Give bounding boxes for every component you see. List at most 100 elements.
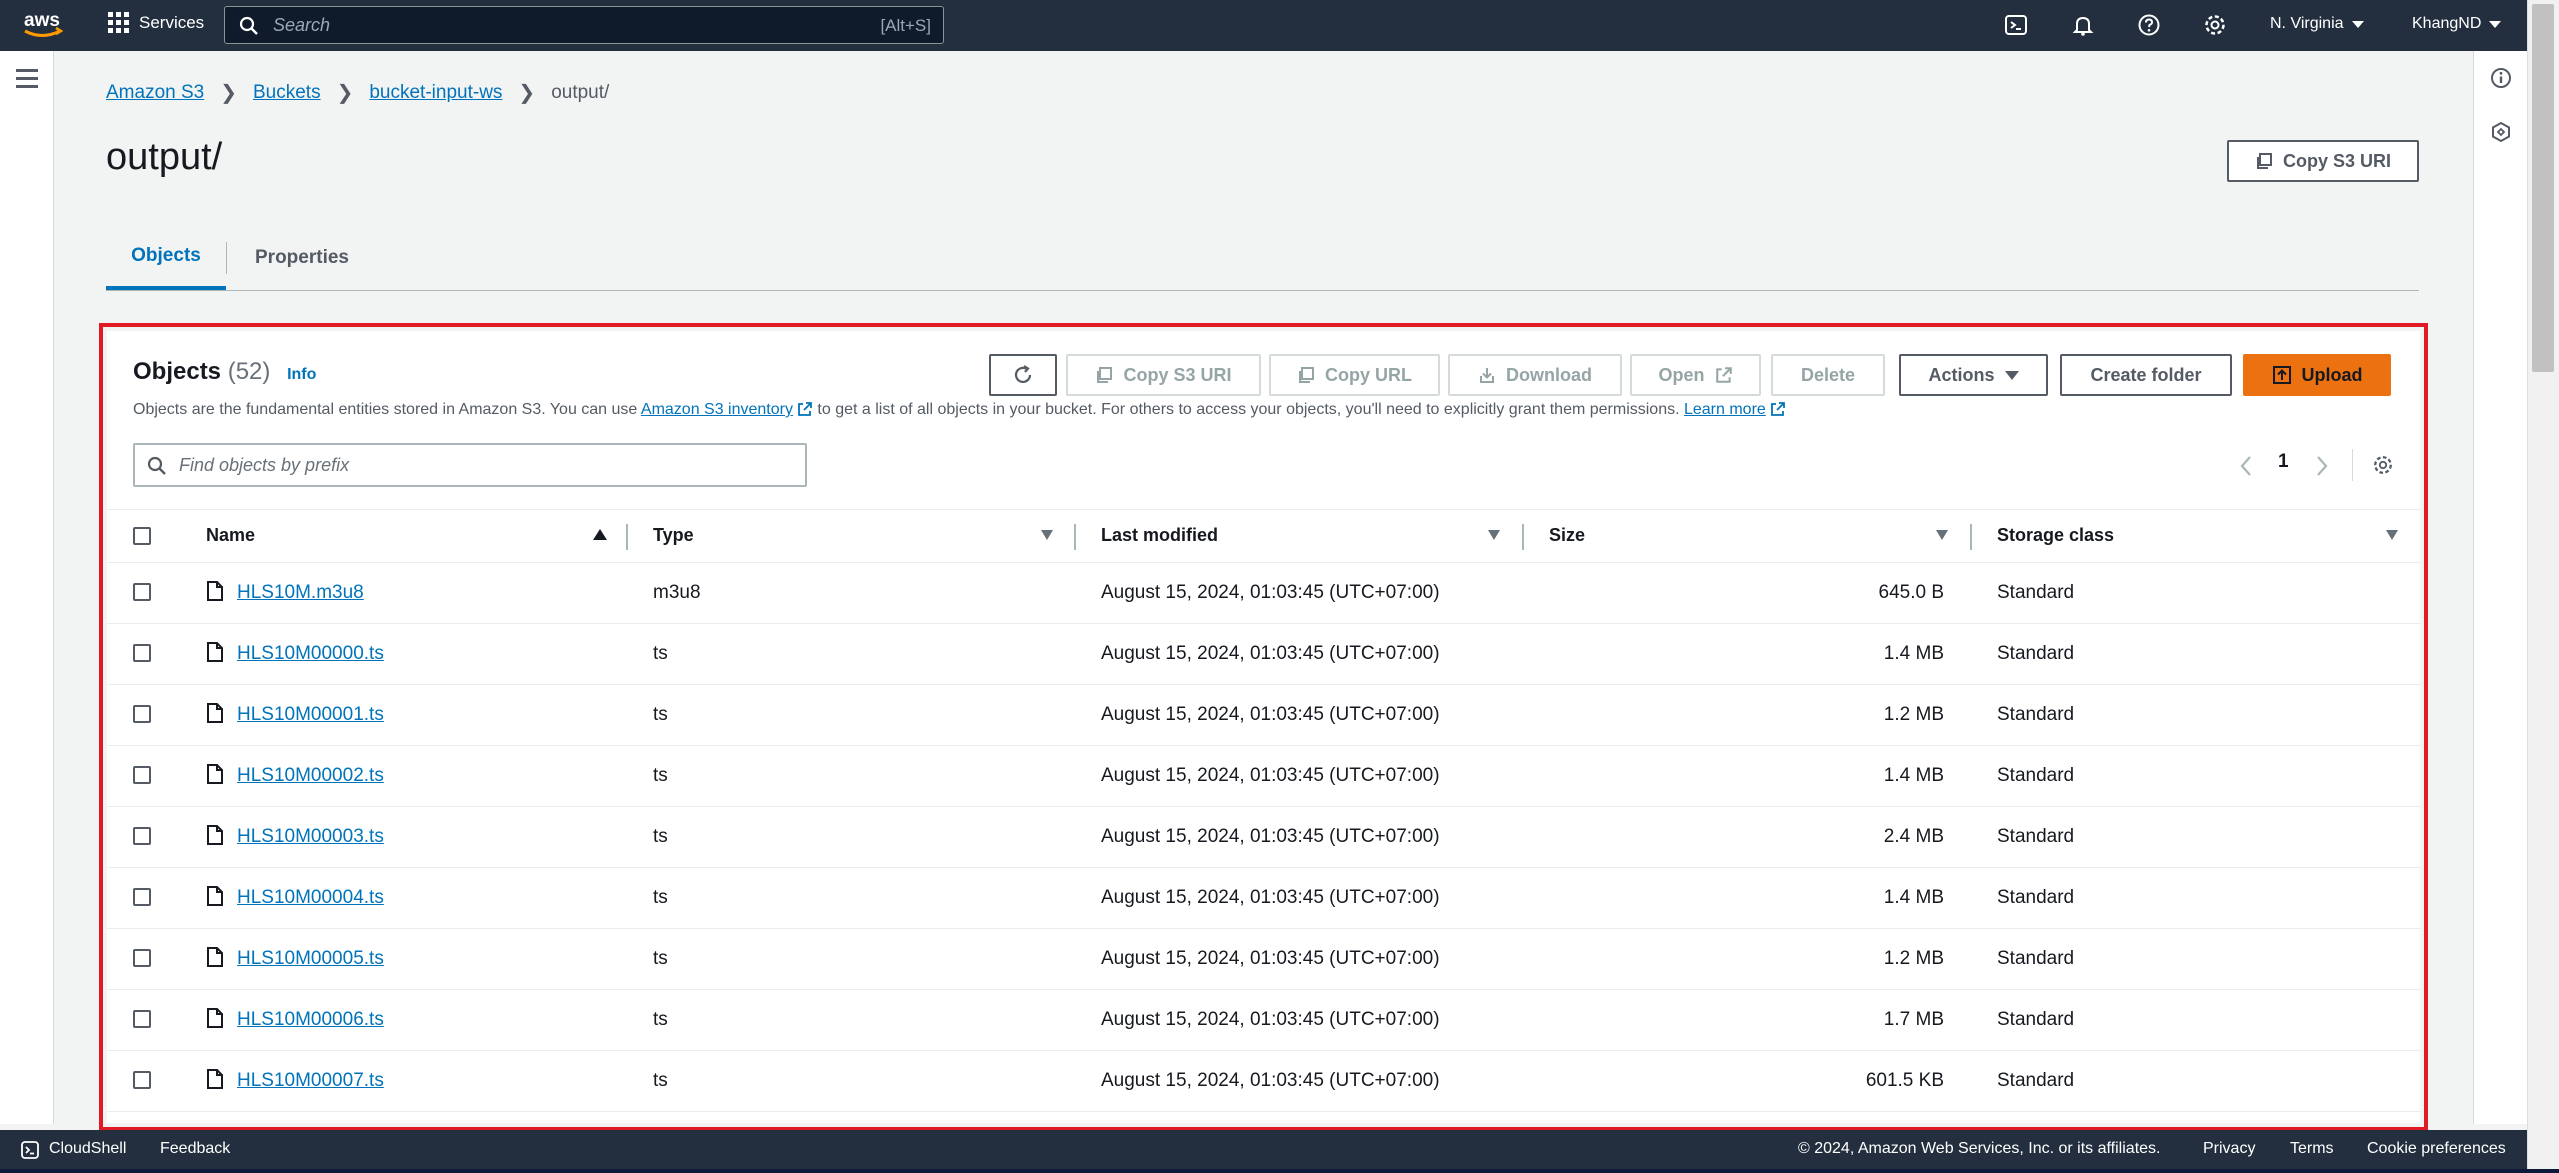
pager-divider bbox=[2352, 449, 2353, 481]
table-row[interactable]: HLS10M00005.ts ts August 15, 2024, 01:03:4… bbox=[107, 929, 2420, 990]
breadcrumb-bucket[interactable]: bucket-input-ws bbox=[369, 82, 502, 104]
notifications-icon[interactable] bbox=[2071, 13, 2095, 37]
cookie-preferences-link[interactable]: Cookie preferences bbox=[2367, 1140, 2506, 1158]
row-checkbox[interactable] bbox=[133, 1010, 151, 1028]
row-checkbox[interactable] bbox=[133, 583, 151, 601]
row-checkbox[interactable] bbox=[133, 949, 151, 967]
object-name-link[interactable]: HLS10M00002.ts bbox=[237, 765, 384, 786]
copy-url-button[interactable]: Copy URL bbox=[1269, 354, 1440, 396]
table-row[interactable]: HLS10M00007.ts ts August 15, 2024, 01:03:4… bbox=[107, 1051, 2420, 1112]
actions-dropdown[interactable]: Actions bbox=[1899, 354, 2048, 396]
object-name-link[interactable]: HLS10M.m3u8 bbox=[237, 582, 364, 603]
table-row[interactable]: HLS10M00002.ts ts August 15, 2024, 01:03:4… bbox=[107, 746, 2420, 807]
global-search[interactable]: [Alt+S] bbox=[224, 6, 944, 44]
object-type: ts bbox=[653, 887, 668, 908]
object-name-link[interactable]: HLS10M00005.ts bbox=[237, 948, 384, 969]
sort-icon[interactable] bbox=[2386, 530, 2398, 540]
page-title: output/ bbox=[106, 136, 223, 178]
row-checkbox[interactable] bbox=[133, 1071, 151, 1089]
object-name-link[interactable]: HLS10M00003.ts bbox=[237, 826, 384, 847]
menu-icon[interactable] bbox=[16, 69, 38, 93]
table-row[interactable]: HLS10M.m3u8 m3u8 August 15, 2024, 01:03:45… bbox=[107, 563, 2420, 624]
object-name-link[interactable]: HLS10M00004.ts bbox=[237, 887, 384, 908]
sort-icon[interactable] bbox=[1936, 530, 1948, 540]
objects-header: Objects (52) Info bbox=[133, 358, 316, 386]
tab-objects[interactable]: Objects bbox=[106, 226, 226, 290]
column-header-name[interactable]: Name bbox=[206, 525, 255, 546]
row-checkbox[interactable] bbox=[133, 705, 151, 723]
column-resizer[interactable] bbox=[1970, 524, 1972, 550]
cloudshell-icon[interactable] bbox=[21, 1141, 39, 1159]
cloudshell-link[interactable]: CloudShell bbox=[49, 1140, 126, 1158]
table-row[interactable]: HLS10M00004.ts ts August 15, 2024, 01:03:4… bbox=[107, 868, 2420, 929]
find-objects-search[interactable] bbox=[133, 443, 807, 487]
chevron-right-icon: ❯ bbox=[518, 82, 536, 104]
region-selector[interactable]: N. Virginia bbox=[2270, 15, 2364, 33]
object-name-link[interactable]: HLS10M00007.ts bbox=[237, 1070, 384, 1091]
object-last-modified: August 15, 2024, 01:03:45 (UTC+07:00) bbox=[1101, 1070, 1440, 1091]
aws-logo[interactable]: aws bbox=[22, 8, 66, 42]
copy-s3-uri-header-button[interactable]: Copy S3 URI bbox=[2227, 140, 2419, 182]
refresh-button[interactable] bbox=[989, 354, 1057, 396]
delete-label: Delete bbox=[1800, 364, 1856, 385]
services-label: Services bbox=[139, 12, 205, 32]
object-type: ts bbox=[653, 826, 668, 847]
column-header-type[interactable]: Type bbox=[653, 525, 694, 546]
page-scrollbar[interactable] bbox=[2527, 0, 2559, 1173]
select-all-checkbox[interactable] bbox=[133, 527, 151, 545]
copy-s3-uri-button[interactable]: Copy S3 URI bbox=[1066, 354, 1261, 396]
find-objects-input[interactable] bbox=[179, 453, 779, 477]
table-row[interactable]: HLS10M00000.ts ts August 15, 2024, 01:03:4… bbox=[107, 624, 2420, 685]
copy-icon bbox=[2256, 153, 2272, 169]
settings-gear-icon[interactable] bbox=[2203, 13, 2227, 37]
learn-more-link[interactable]: Learn more bbox=[1684, 401, 1766, 418]
object-name-link[interactable]: HLS10M00001.ts bbox=[237, 704, 384, 725]
row-checkbox[interactable] bbox=[133, 827, 151, 845]
sort-icon[interactable] bbox=[1041, 530, 1053, 540]
table-row[interactable]: HLS10M00006.ts ts August 15, 2024, 01:03:4… bbox=[107, 990, 2420, 1051]
terms-link[interactable]: Terms bbox=[2290, 1140, 2334, 1158]
current-page[interactable]: 1 bbox=[2278, 451, 2289, 473]
sort-ascending-icon[interactable] bbox=[593, 529, 607, 540]
table-row[interactable]: HLS10M00003.ts ts August 15, 2024, 01:03:4… bbox=[107, 807, 2420, 868]
column-resizer[interactable] bbox=[626, 524, 628, 550]
cloudshell-icon[interactable] bbox=[2004, 13, 2028, 37]
next-page-icon[interactable] bbox=[2315, 455, 2329, 477]
object-name-link[interactable]: HLS10M00000.ts bbox=[237, 643, 384, 664]
row-checkbox[interactable] bbox=[133, 644, 151, 662]
table-row[interactable]: HLS10M00001.ts ts August 15, 2024, 01:03:4… bbox=[107, 685, 2420, 746]
account-menu[interactable]: KhangND bbox=[2412, 15, 2502, 33]
global-search-input[interactable] bbox=[273, 13, 833, 37]
sort-icon[interactable] bbox=[1488, 530, 1500, 540]
s3-inventory-link[interactable]: Amazon S3 inventory bbox=[641, 401, 793, 418]
account-label: KhangND bbox=[2412, 15, 2482, 32]
breadcrumb-amazon-s3[interactable]: Amazon S3 bbox=[106, 82, 204, 104]
column-resizer[interactable] bbox=[1074, 524, 1076, 550]
row-checkbox[interactable] bbox=[133, 888, 151, 906]
tab-properties[interactable]: Properties bbox=[255, 226, 349, 290]
row-checkbox[interactable] bbox=[133, 766, 151, 784]
column-header-last-modified[interactable]: Last modified bbox=[1101, 525, 1218, 546]
create-folder-button[interactable]: Create folder bbox=[2060, 354, 2232, 396]
object-name-link[interactable]: HLS10M00006.ts bbox=[237, 1009, 384, 1030]
column-resizer[interactable] bbox=[1522, 524, 1524, 550]
download-button[interactable]: Download bbox=[1448, 354, 1622, 396]
open-button[interactable]: Open bbox=[1630, 354, 1761, 396]
privacy-link[interactable]: Privacy bbox=[2203, 1140, 2255, 1158]
services-button[interactable]: Services bbox=[108, 12, 204, 33]
table-settings-gear-icon[interactable] bbox=[2372, 454, 2394, 476]
hexagon-icon[interactable] bbox=[2490, 121, 2512, 143]
feedback-link[interactable]: Feedback bbox=[160, 1140, 230, 1158]
help-icon[interactable] bbox=[2137, 13, 2161, 37]
breadcrumb-buckets[interactable]: Buckets bbox=[253, 82, 321, 104]
upload-button[interactable]: Upload bbox=[2243, 354, 2391, 396]
object-type: ts bbox=[653, 643, 668, 664]
delete-button[interactable]: Delete bbox=[1771, 354, 1885, 396]
info-link[interactable]: Info bbox=[287, 366, 316, 383]
info-icon[interactable] bbox=[2490, 67, 2512, 89]
column-header-storage-class[interactable]: Storage class bbox=[1997, 525, 2114, 546]
object-size: 1.2 MB bbox=[1883, 948, 1944, 969]
column-header-size[interactable]: Size bbox=[1549, 525, 1585, 546]
scrollbar-thumb[interactable] bbox=[2532, 4, 2554, 372]
previous-page-icon[interactable] bbox=[2239, 455, 2253, 477]
